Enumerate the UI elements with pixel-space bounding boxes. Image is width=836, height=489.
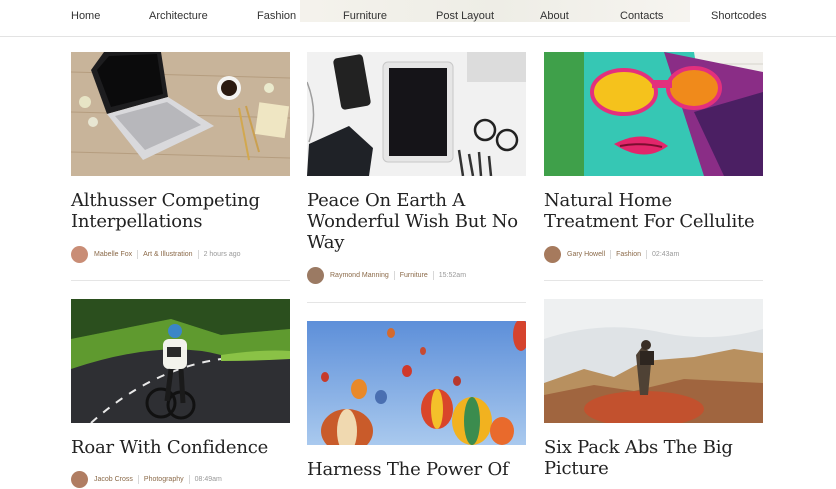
post-meta: Raymond Manning Furniture 15:52am: [307, 265, 466, 285]
post-category[interactable]: Fashion: [616, 251, 641, 258]
nav-shortcodes[interactable]: Shortcodes: [711, 10, 767, 22]
post-card: Althusser Competing Interpellations Mabe…: [71, 52, 290, 292]
nav-fashion[interactable]: Fashion: [257, 10, 296, 22]
post-time: 02:43am: [652, 250, 680, 258]
post-meta: Jacob Cross Photography 08:49am: [71, 469, 222, 489]
avatar: [71, 245, 88, 263]
avatar: [544, 245, 561, 263]
post-thumbnail-balloons[interactable]: [307, 321, 526, 445]
divider: [307, 302, 526, 303]
nav-about[interactable]: About: [540, 10, 569, 22]
post-time: 2 hours ago: [203, 250, 241, 258]
post-author[interactable]: Jacob Cross: [94, 476, 133, 483]
avatar: [307, 266, 324, 284]
post-title[interactable]: Peace On Earth A Wonderful Wish But No W…: [307, 190, 526, 253]
post-time: 15:52am: [438, 271, 467, 279]
post-card: Six Pack Abs The Big Picture: [544, 299, 763, 484]
divider: [71, 280, 290, 281]
divider: [544, 280, 763, 281]
post-category[interactable]: Art & Illustration: [143, 251, 192, 258]
post-author[interactable]: Gary Howell: [567, 251, 605, 258]
post-title[interactable]: Six Pack Abs The Big Picture: [544, 437, 763, 479]
post-card: Peace On Earth A Wonderful Wish But No W…: [307, 52, 526, 304]
post-title[interactable]: Althusser Competing Interpellations: [71, 190, 290, 232]
post-title[interactable]: Roar With Confidence: [71, 437, 290, 458]
post-author[interactable]: Raymond Manning: [330, 272, 389, 279]
nav-architecture[interactable]: Architecture: [149, 10, 208, 22]
post-card: Natural Home Treatment For Cellulite Gar…: [544, 52, 763, 292]
post-thumbnail-laptop-desk[interactable]: [71, 52, 290, 176]
post-card: Harness The Power Of: [307, 321, 526, 484]
post-author[interactable]: Mabelle Fox: [94, 251, 132, 258]
post-category[interactable]: Photography: [144, 476, 184, 483]
post-time: 08:49am: [194, 475, 222, 483]
avatar: [71, 470, 88, 488]
post-meta: Gary Howell Fashion 02:43am: [544, 244, 679, 264]
post-thumbnail-canyon[interactable]: [544, 299, 763, 423]
nav-post-layout[interactable]: Post Layout: [436, 10, 494, 22]
post-title[interactable]: Harness The Power Of: [307, 459, 526, 480]
nav-furniture[interactable]: Furniture: [343, 10, 387, 22]
post-thumbnail-graffiti[interactable]: [544, 52, 763, 176]
nav-home[interactable]: Home: [71, 10, 100, 22]
post-thumbnail-cyclist[interactable]: [71, 299, 290, 423]
nav-contacts[interactable]: Contacts: [620, 10, 663, 22]
post-thumbnail-tablet-desk[interactable]: [307, 52, 526, 176]
top-navigation: Home Architecture Fashion Furniture Post…: [0, 0, 836, 37]
post-category[interactable]: Furniture: [400, 272, 428, 279]
post-meta: Mabelle Fox Art & Illustration 2 hours a…: [71, 244, 241, 264]
post-card: Roar With Confidence Jacob Cross Photogr…: [71, 299, 290, 488]
post-title[interactable]: Natural Home Treatment For Cellulite: [544, 190, 763, 232]
